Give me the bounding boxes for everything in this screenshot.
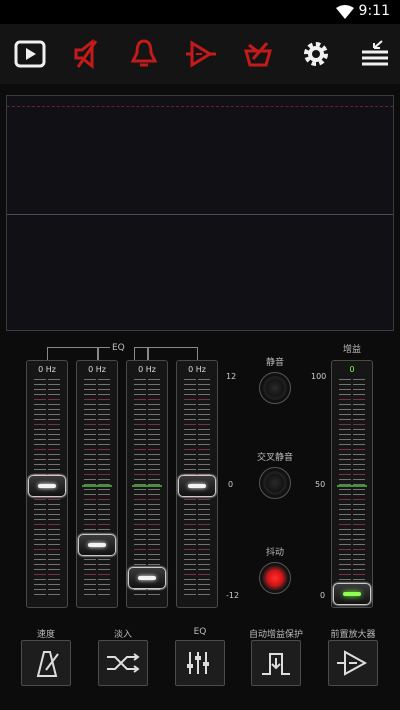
fade-label: 淡入: [113, 630, 132, 640]
limiter-icon: [262, 653, 290, 675]
equalizer-icon: [187, 652, 209, 674]
spectrum-display: [6, 95, 394, 331]
eq-band-label: 0 Hz: [138, 365, 156, 374]
eq-band-label: 0 Hz: [38, 365, 56, 374]
cross-mute-label: 交叉静音: [256, 453, 293, 463]
eq-band-slider[interactable]: 0 Hz: [76, 360, 118, 608]
eq-band-slider[interactable]: 0 Hz: [126, 360, 168, 608]
slider-thumb[interactable]: [28, 475, 66, 497]
eq-bracket-left: [47, 347, 110, 360]
amplifier-button[interactable]: [181, 34, 221, 74]
preamp-icon: [337, 650, 368, 676]
mute-toggle[interactable]: [259, 372, 291, 404]
eq-band-label: 0 Hz: [188, 365, 206, 374]
zero-marker: [82, 485, 112, 487]
eq-bracket-right: [134, 347, 198, 360]
toolbar: [0, 24, 400, 84]
speed-label: 速度: [36, 630, 55, 640]
cross-mute-toggle[interactable]: [259, 467, 291, 499]
menu-icon: [362, 40, 388, 66]
settings-icon: [304, 42, 328, 66]
eq-band-slider[interactable]: 0 Hz: [176, 360, 218, 608]
filter-button[interactable]: [238, 34, 278, 74]
eq-button[interactable]: [175, 640, 225, 686]
eq-title: EQ: [112, 343, 125, 353]
slider-thumb[interactable]: [78, 534, 116, 556]
slider-thumb[interactable]: [128, 567, 166, 589]
shuffle-icon: [107, 653, 140, 673]
eq-band-slider[interactable]: 0 Hz: [26, 360, 68, 608]
agc-button[interactable]: [251, 640, 301, 686]
center-line: [7, 214, 393, 215]
gain-slider[interactable]: 0: [331, 360, 373, 608]
metronome-icon: [36, 651, 59, 677]
gain-scale-top: 100: [311, 372, 327, 381]
eq-bracket-tick: [97, 347, 99, 360]
mute-label: 静音: [265, 358, 284, 368]
dither-indicator: [266, 569, 284, 587]
bell-button[interactable]: [124, 34, 164, 74]
eq-bracket-tick-2: [147, 347, 149, 360]
fade-button[interactable]: [98, 640, 148, 686]
bell-icon: [130, 39, 158, 67]
preamp-label: 前置放大器: [330, 630, 376, 640]
gain-scale-bottom: 0: [320, 591, 326, 600]
gain-value: 0: [349, 365, 355, 374]
preamp-button[interactable]: [328, 640, 378, 686]
mid-marker: [337, 485, 367, 487]
agc-label: 自动增益保护: [248, 630, 303, 640]
gain-title: 增益: [342, 345, 361, 355]
menu-button[interactable]: [355, 34, 395, 74]
gain-scale-mid: 50: [315, 480, 326, 489]
amplifier-icon: [186, 40, 216, 68]
eq-label: EQ: [193, 627, 207, 637]
dither-toggle[interactable]: [259, 562, 291, 594]
zero-marker: [132, 485, 162, 487]
clip-line: [7, 106, 393, 107]
status-time: 9:11: [358, 3, 390, 19]
play-icon: [14, 40, 46, 68]
settings-button[interactable]: [296, 34, 336, 74]
eq-scale-mid: 0: [228, 480, 234, 489]
eq-band-label: 0 Hz: [88, 365, 106, 374]
slider-thumb[interactable]: [333, 583, 371, 605]
eq-scale-top: 12: [226, 372, 237, 381]
mute-speaker-button[interactable]: [67, 34, 107, 74]
eq-scale-bottom: -12: [226, 591, 240, 600]
status-bar: 9:11: [0, 0, 400, 24]
crossed-item-icon: [244, 42, 272, 67]
slider-thumb[interactable]: [178, 475, 216, 497]
dither-label: 抖动: [265, 548, 284, 558]
play-button[interactable]: [10, 34, 50, 74]
speed-button[interactable]: [21, 640, 71, 686]
wifi-icon: [336, 5, 354, 19]
mute-speaker-icon: [74, 38, 98, 70]
